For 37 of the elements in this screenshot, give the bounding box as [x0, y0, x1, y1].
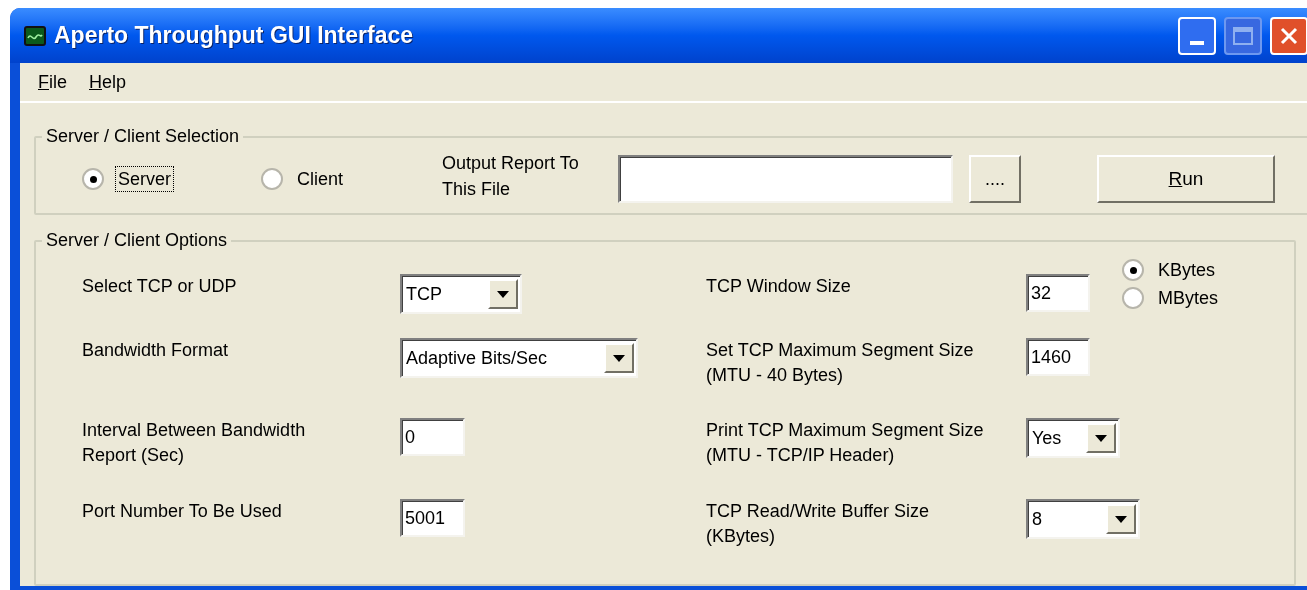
window-title: Aperto Throughput GUI Interface: [54, 21, 415, 51]
dropdown[interactable]: Adaptive Bits/Sec: [400, 338, 638, 378]
field-label: TCP Window Size: [706, 275, 852, 298]
field-label: Interval Between Bandwidth Report (Sec): [82, 419, 307, 467]
field-label: Set TCP Maximum Segment Size (MTU - 40 Bytes): [706, 339, 975, 387]
radio-button[interactable]: [82, 168, 104, 190]
radio-label: KBytes: [1157, 259, 1217, 282]
dropdown[interactable]: 8: [1026, 499, 1140, 539]
minimize-button[interactable]: [1178, 16, 1216, 55]
field-label: TCP Read/Write Buffer Size (KBytes): [706, 500, 931, 548]
close-icon: [1279, 25, 1299, 46]
menu-item[interactable]: Help: [89, 68, 127, 96]
browse-button[interactable]: ....: [969, 155, 1021, 203]
close-button[interactable]: [1270, 16, 1307, 55]
output-file-field[interactable]: [618, 155, 953, 203]
radio-button[interactable]: [261, 168, 283, 190]
radio-label: MBytes: [1157, 287, 1219, 310]
group-title: Server / Client Options: [45, 229, 229, 252]
input-field[interactable]: 1460: [1026, 338, 1090, 376]
radio-button[interactable]: [1122, 259, 1144, 281]
field-label: Bandwidth Format: [82, 339, 230, 362]
group-title: Server / Client Selection: [45, 125, 241, 148]
input-field[interactable]: 0: [400, 418, 465, 456]
menu-item[interactable]: File: [38, 68, 67, 96]
output-label: Output Report To This File: [442, 152, 580, 201]
field-label: Port Number To Be Used: [82, 500, 283, 523]
dropdown[interactable]: TCP: [400, 274, 522, 314]
field-label: Select TCP or UDP: [82, 275, 238, 298]
radio-button[interactable]: [1122, 287, 1144, 309]
run-button[interactable]: Run: [1097, 155, 1275, 203]
input-field[interactable]: 5001: [400, 499, 465, 537]
app-icon: [24, 25, 46, 46]
dropdown[interactable]: Yes: [1026, 418, 1120, 458]
field-label: Print TCP Maximum Segment Size (MTU - TCP/IP Header): [706, 419, 985, 467]
radio-label: Server: [116, 167, 173, 191]
radio-label: Client: [296, 168, 345, 191]
input-field[interactable]: 32: [1026, 274, 1090, 312]
